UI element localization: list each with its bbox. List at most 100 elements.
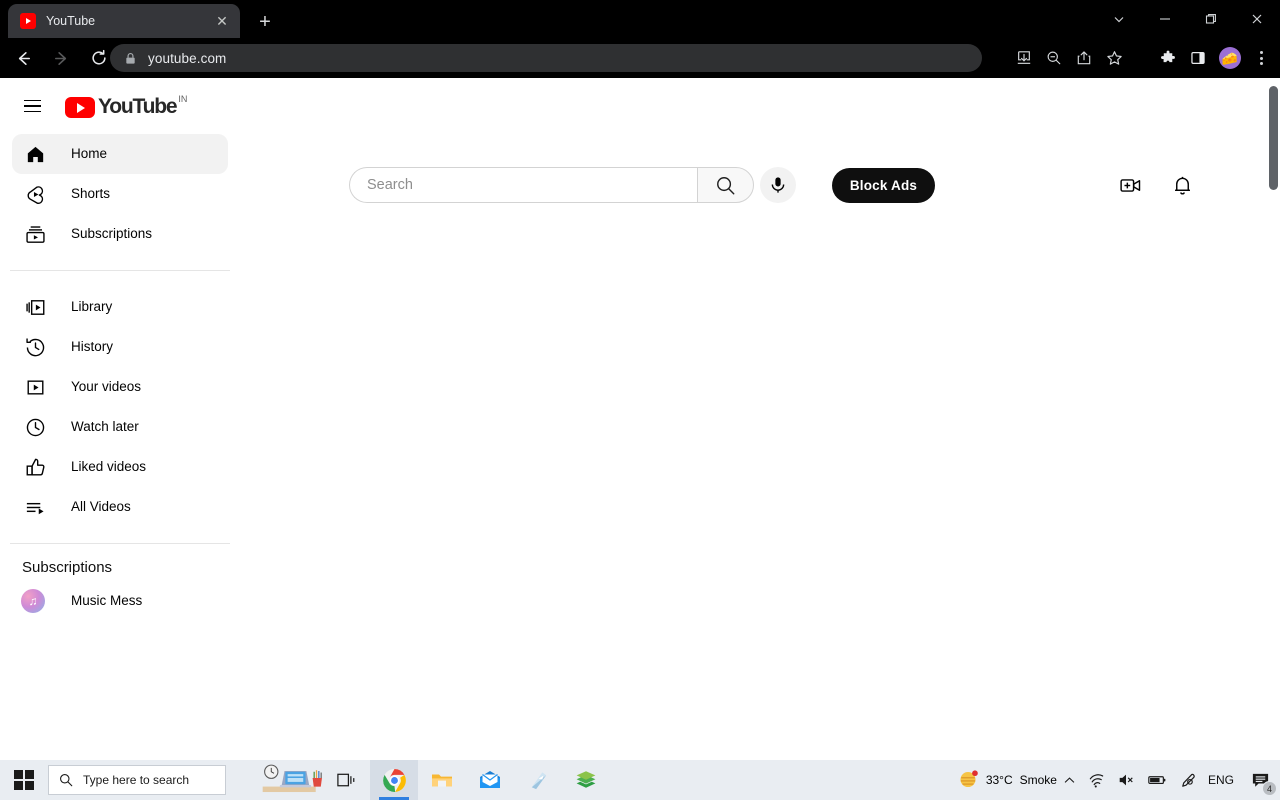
sidebar-label: Your videos <box>71 379 142 395</box>
share-icon[interactable] <box>1070 44 1098 72</box>
address-bar-url: youtube.com <box>148 50 227 66</box>
youtube-logo-text: YouTube <box>98 95 178 118</box>
browser-tab-youtube[interactable]: YouTube ✕ <box>8 4 240 38</box>
language-indicator[interactable]: ENG <box>1202 760 1240 800</box>
sidebar-item-all-videos[interactable]: All Videos <box>12 487 228 527</box>
masthead-buttons <box>1112 167 1200 203</box>
sidebar-label: Watch later <box>71 419 139 435</box>
three-dot-menu-icon[interactable] <box>1248 44 1274 72</box>
back-arrow-icon[interactable] <box>8 43 38 73</box>
home-icon <box>23 142 47 166</box>
install-icon[interactable] <box>1010 44 1038 72</box>
shorts-icon <box>23 182 47 206</box>
maximize-restore-icon[interactable] <box>1188 0 1234 38</box>
weather-temperature: 33°C <box>985 773 1013 787</box>
sidebar-label: Shorts <box>71 186 111 202</box>
subscriptions-section-title: Subscriptions <box>22 559 113 576</box>
youtube-play-icon <box>65 97 95 118</box>
sidebar-item-shorts[interactable]: Shorts <box>12 174 228 214</box>
history-icon <box>23 335 47 359</box>
windows-start-icon[interactable] <box>0 760 48 800</box>
zoom-out-icon[interactable] <box>1040 44 1068 72</box>
sidebar-label: Liked videos <box>71 459 147 475</box>
sidebar-item-watch-later[interactable]: Watch later <box>12 407 228 447</box>
forward-arrow-icon[interactable] <box>46 43 76 73</box>
youtube-favicon-icon <box>20 13 36 29</box>
search-placeholder: Search <box>367 177 413 193</box>
page-scrollbar[interactable] <box>1266 78 1280 760</box>
voice-search-button[interactable] <box>760 167 796 203</box>
bookmark-star-icon[interactable] <box>1100 44 1128 72</box>
playlist-icon <box>23 495 47 519</box>
search-icon <box>60 774 73 787</box>
close-window-icon[interactable] <box>1234 0 1280 38</box>
sidebar-label: Library <box>71 299 113 315</box>
omnibox-action-icons <box>1010 44 1128 72</box>
close-tab-icon[interactable]: ✕ <box>212 11 232 31</box>
notifications-bell-icon[interactable] <box>1164 167 1200 203</box>
sidebar-item-history[interactable]: History <box>12 327 228 367</box>
search-icon <box>717 176 735 194</box>
search-button[interactable] <box>697 167 754 203</box>
notification-count-badge: 4 <box>1262 781 1277 796</box>
weather-icon <box>957 769 979 791</box>
guide-menu-icon[interactable] <box>12 86 52 126</box>
search-input[interactable]: Search <box>349 167 697 203</box>
lock-icon <box>124 52 137 65</box>
library-icon <box>23 295 47 319</box>
search-area: Search <box>349 167 754 203</box>
sidebar-label: Subscriptions <box>71 226 153 242</box>
microphone-icon <box>771 177 785 193</box>
channel-avatar: ♫ <box>21 589 45 613</box>
pen-icon[interactable] <box>1173 760 1202 800</box>
sidebar-item-your-videos[interactable]: Your videos <box>12 367 228 407</box>
bluestacks-icon[interactable] <box>562 760 610 800</box>
taskbar-weather-widget[interactable]: 33°C Smoke <box>951 769 1057 791</box>
weather-condition: Smoke <box>1019 773 1057 787</box>
window-controls <box>1096 0 1280 38</box>
tab-search-icon[interactable] <box>1096 0 1142 38</box>
chrome-icon[interactable] <box>370 760 418 800</box>
file-explorer-icon[interactable] <box>418 760 466 800</box>
side-panel-icon[interactable] <box>1184 44 1212 72</box>
block-ads-button[interactable]: Block Ads <box>832 168 935 203</box>
show-hidden-icons-button[interactable] <box>1057 760 1082 800</box>
browser-toolbar-right: 🧀 <box>1154 44 1274 72</box>
youtube-country-code: IN <box>178 94 188 104</box>
browser-window: YouTube ✕ + youtube.com 🧀 YouTube IN Sea… <box>0 0 1280 760</box>
thumbs-up-icon <box>23 455 47 479</box>
speaker-muted-icon[interactable] <box>1111 760 1141 800</box>
windows-search-placeholder: Type here to search <box>83 773 190 787</box>
system-tray: 33°C Smoke ENG 4 <box>951 760 1280 800</box>
subscriptions-icon <box>23 222 47 246</box>
youtube-masthead: YouTube IN <box>0 78 1280 134</box>
profile-avatar[interactable]: 🧀 <box>1219 47 1241 69</box>
store-icon[interactable] <box>514 760 562 800</box>
sidebar-item-library[interactable]: Library <box>12 287 228 327</box>
mail-icon[interactable] <box>466 760 514 800</box>
your-videos-icon <box>23 375 47 399</box>
youtube-sidebar: Home Shorts Subscriptions Library Histor… <box>0 134 240 760</box>
new-tab-button[interactable]: + <box>252 9 278 35</box>
task-view-icon[interactable] <box>322 760 370 800</box>
sidebar-label: History <box>71 339 114 355</box>
sidebar-item-liked-videos[interactable]: Liked videos <box>12 447 228 487</box>
battery-icon[interactable] <box>1141 760 1173 800</box>
extensions-puzzle-icon[interactable] <box>1154 44 1182 72</box>
create-video-icon[interactable] <box>1112 167 1148 203</box>
minimize-icon[interactable] <box>1142 0 1188 38</box>
wifi-icon[interactable] <box>1082 760 1111 800</box>
windows-taskbar: Type here to search 33°C Smoke ENG 4 <box>0 760 1280 800</box>
sidebar-item-subscriptions[interactable]: Subscriptions <box>12 214 228 254</box>
address-bar[interactable]: youtube.com <box>110 44 982 72</box>
sidebar-subscription-music-mess[interactable]: ♫ Music Mess <box>12 581 228 621</box>
sidebar-item-home[interactable]: Home <box>12 134 228 174</box>
scrollbar-thumb[interactable] <box>1269 86 1278 190</box>
browser-titlebar: YouTube ✕ + <box>0 0 1280 38</box>
sidebar-label: All Videos <box>71 499 131 515</box>
youtube-logo[interactable]: YouTube IN <box>65 94 187 118</box>
windows-search-input[interactable]: Type here to search <box>48 765 226 795</box>
action-center-button[interactable]: 4 <box>1240 760 1280 800</box>
